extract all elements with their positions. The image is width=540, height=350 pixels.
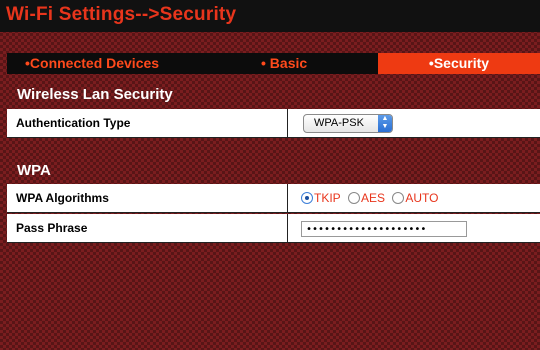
authentication-type-row: Authentication Type WPA-PSK ▲ ▼ [7,109,540,138]
column-divider [287,184,288,212]
radio-aes[interactable] [348,191,361,204]
title-bar: Wi-Fi Settings-->Security [0,0,540,32]
column-divider [287,214,288,242]
radio-label-tkip: TKIP [314,190,341,205]
tab-bar: •Connected Devices • Basic •Security [7,53,540,74]
radio-label-aes: AES [361,190,386,205]
authentication-type-label: Authentication Type [16,116,131,130]
chevron-up-down-icon: ▲ ▼ [378,115,392,132]
radio-auto[interactable] [392,191,405,204]
section-heading-wireless-lan-security: Wireless Lan Security [17,86,173,103]
pass-phrase-label: Pass Phrase [16,221,88,235]
section-heading-wpa: WPA [17,162,51,179]
radio-tkip[interactable] [301,191,313,204]
column-divider [287,109,288,137]
wpa-algorithms-radio-group: TKIP AES AUTO [301,190,443,205]
wpa-algorithms-label: WPA Algorithms [16,191,109,205]
radio-option-auto[interactable]: AUTO [392,190,439,205]
authentication-type-select[interactable]: WPA-PSK ▲ ▼ [303,114,393,133]
wpa-algorithms-row: WPA Algorithms TKIP AES AUTO [7,184,540,213]
radio-label-auto: AUTO [405,190,439,205]
tab-security[interactable]: •Security [378,53,540,74]
pass-phrase-input[interactable] [301,221,467,237]
radio-option-tkip[interactable]: TKIP [301,190,341,205]
tab-connected-devices[interactable]: •Connected Devices [25,53,159,74]
page-title: Wi-Fi Settings-->Security [6,4,237,25]
pass-phrase-row: Pass Phrase [7,214,540,243]
tab-basic[interactable]: • Basic [261,53,307,74]
radio-option-aes[interactable]: AES [348,190,385,205]
authentication-type-value: WPA-PSK [314,117,364,129]
